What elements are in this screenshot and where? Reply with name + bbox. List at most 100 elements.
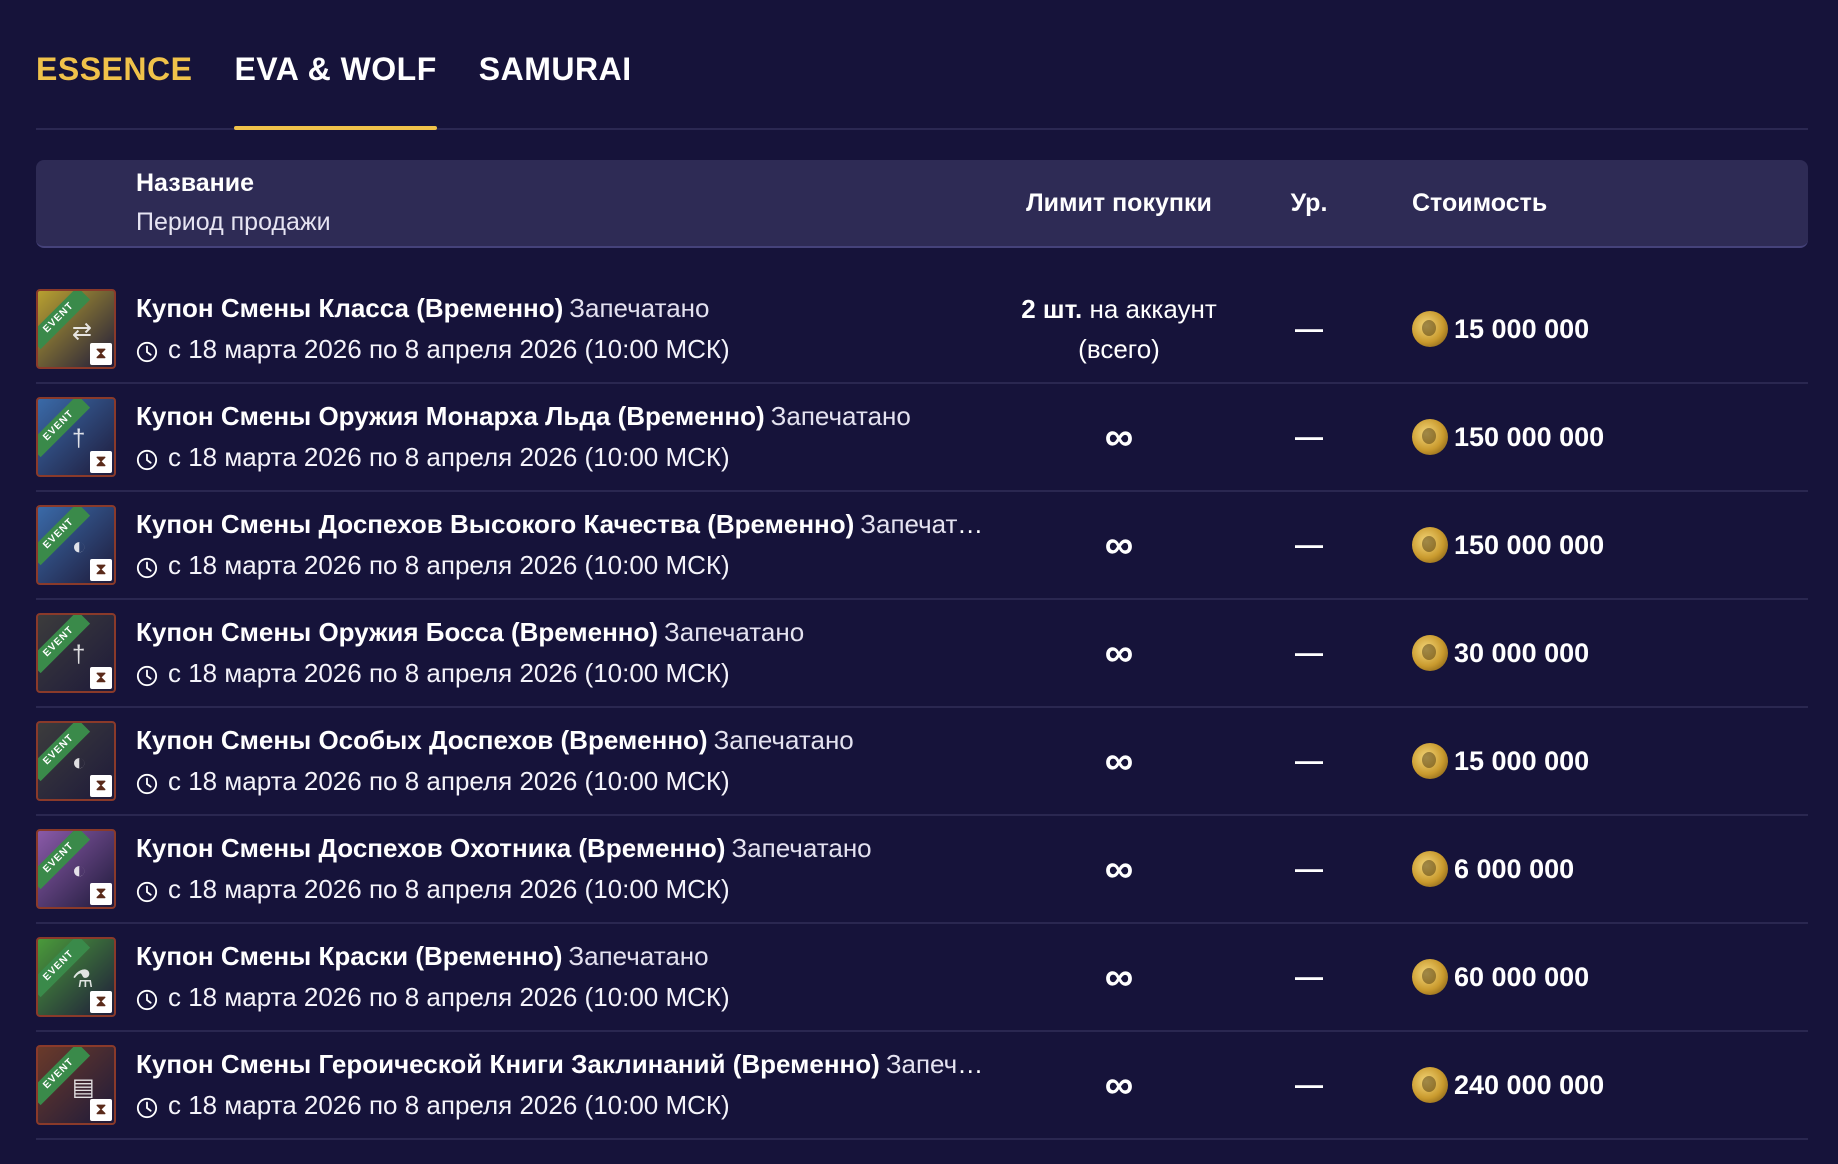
table-row[interactable]: EVENT ⇄ ⧗ Купон Смены Класса (Временно) З… [36, 276, 1808, 384]
item-level: — [1295, 853, 1323, 884]
sale-period: с 18 марта 2026 по 8 апреля 2026 (10:00 … [136, 442, 1002, 473]
table-row[interactable]: EVENT † ⧗ Купон Смены Оружия Монарха Льд… [36, 384, 1808, 492]
item-glyph-icon: ⇄ [72, 318, 93, 345]
header-name-cell: Название Период продажи [136, 169, 1002, 237]
sale-period: с 18 марта 2026 по 8 апреля 2026 (10:00 … [136, 550, 1002, 581]
sale-period: с 18 марта 2026 по 8 апреля 2026 (10:00 … [136, 874, 1002, 905]
item-level: — [1295, 313, 1323, 344]
item-status: Запечатано [664, 617, 805, 647]
purchase-limit: ∞ [1002, 741, 1236, 781]
purchase-limit: 2 шт. на аккаунт (всего) [1002, 289, 1236, 369]
cost-value: 30 000 000 [1454, 637, 1590, 668]
item-level: — [1295, 1069, 1323, 1100]
item-glyph-icon: † [72, 425, 86, 452]
item-glyph-icon: ◐ [72, 749, 87, 776]
item-cost-cell: 6 000 000 [1382, 851, 1808, 887]
limit-unlimited: ∞ [1104, 739, 1134, 783]
table-header: Название Период продажи Лимит покупки Ур… [36, 160, 1808, 248]
event-coupon-weapon-icon: EVENT † ⧗ [36, 613, 116, 693]
cost-value: 150 000 000 [1454, 421, 1605, 452]
gold-coin-icon [1412, 311, 1448, 347]
item-level: — [1295, 421, 1323, 452]
item-cost: 150 000 000 [1412, 527, 1808, 563]
purchase-limit: ∞ [1002, 525, 1236, 565]
tab-bar: ESSENCE EVA & WOLF SAMURAI [36, 0, 1808, 130]
cost-value: 150 000 000 [1454, 529, 1605, 560]
header-cost: Стоимость [1412, 188, 1548, 217]
item-cost: 15 000 000 [1412, 311, 1808, 347]
table-row[interactable]: EVENT ◐ ⧗ Купон Смены Доспехов Высокого … [36, 492, 1808, 600]
item-status: Запечатано [860, 509, 996, 539]
event-coupon-class-icon: EVENT ⇄ ⧗ [36, 289, 116, 369]
tab-essence[interactable]: ESSENCE [36, 51, 192, 128]
header-level: Ур. [1290, 188, 1328, 217]
limit-unlimited: ∞ [1104, 1063, 1134, 1107]
item-glyph-icon: ▤ [72, 1074, 95, 1101]
cost-value: 240 000 000 [1454, 1069, 1605, 1100]
item-title: Купон Смены Класса (Временно) Запечатано [136, 293, 996, 324]
item-cost-cell: 15 000 000 [1382, 743, 1808, 779]
table-row[interactable]: EVENT ◐ ⧗ Купон Смены Особых Доспехов (В… [36, 708, 1808, 816]
event-coupon-armor-icon: EVENT ◐ ⧗ [36, 721, 116, 801]
limit-unlimited: ∞ [1104, 955, 1134, 999]
item-level: — [1295, 529, 1323, 560]
header-name: Название [136, 169, 255, 197]
item-status: Запечатано [770, 401, 911, 431]
clock-icon [136, 987, 158, 1010]
table-row[interactable]: EVENT ⚗ ⧗ Купон Смены Краски (Временно) З… [36, 924, 1808, 1032]
item-cost: 240 000 000 [1412, 1067, 1808, 1103]
hourglass-icon: ⧗ [90, 883, 112, 905]
hourglass-icon: ⧗ [90, 667, 112, 689]
tab-eva-wolf[interactable]: EVA & WOLF [234, 51, 438, 130]
purchase-limit: ∞ [1002, 633, 1236, 673]
limit-count: 2 шт. [1021, 294, 1083, 324]
sale-period: с 18 марта 2026 по 8 апреля 2026 (10:00 … [136, 1090, 1002, 1121]
item-title: Купон Смены Оружия Монарха Льда (Временн… [136, 401, 996, 432]
sale-period: с 18 марта 2026 по 8 апреля 2026 (10:00 … [136, 766, 1002, 797]
item-title: Купон Смены Краски (Временно) Запечатано [136, 941, 996, 972]
item-name: Купон Смены Оружия Монарха Льда (Временн… [136, 401, 765, 431]
clock-icon [136, 555, 158, 578]
item-cost-cell: 240 000 000 [1382, 1067, 1808, 1103]
sale-period-text: с 18 марта 2026 по 8 апреля 2026 (10:00 … [168, 334, 730, 364]
limit-unlimited: ∞ [1104, 847, 1134, 891]
item-name: Купон Смены Героической Книги Заклинаний… [136, 1049, 880, 1079]
event-coupon-weapon-icon: EVENT † ⧗ [36, 397, 116, 477]
table-row[interactable]: EVENT ◐ ⧗ Купон Смены Доспехов Охотника … [36, 816, 1808, 924]
item-status: Запечатано [569, 293, 710, 323]
gold-coin-icon [1412, 959, 1448, 995]
item-glyph-icon: † [72, 641, 86, 668]
items-table: Название Период продажи Лимит покупки Ур… [36, 160, 1808, 1140]
item-glyph-icon: ◐ [72, 533, 87, 560]
hourglass-icon: ⧗ [90, 775, 112, 797]
sale-period: с 18 марта 2026 по 8 апреля 2026 (10:00 … [136, 334, 1002, 365]
item-cost: 6 000 000 [1412, 851, 1808, 887]
table-row[interactable]: EVENT ▤ ⧗ Купон Смены Героической Книги … [36, 1032, 1808, 1140]
item-status: Запечата... [885, 1049, 996, 1079]
item-icon-cell: EVENT ◐ ⧗ [36, 721, 136, 801]
item-title: Купон Смены Героической Книги Заклинаний… [136, 1049, 996, 1080]
item-name-cell: Купон Смены Оружия Босса (Временно) Запеч… [136, 617, 1002, 689]
tab-samurai[interactable]: SAMURAI [479, 51, 632, 128]
hourglass-icon: ⧗ [90, 343, 112, 365]
hourglass-icon: ⧗ [90, 451, 112, 473]
item-status: Запечатано [713, 725, 854, 755]
item-level: — [1295, 961, 1323, 992]
item-name-cell: Купон Смены Краски (Временно) Запечатано … [136, 941, 1002, 1013]
item-name-cell: Купон Смены Оружия Монарха Льда (Временн… [136, 401, 1002, 473]
item-cost-cell: 150 000 000 [1382, 527, 1808, 563]
table-row[interactable]: EVENT † ⧗ Купон Смены Оружия Босса (Врем… [36, 600, 1808, 708]
sale-period-text: с 18 марта 2026 по 8 апреля 2026 (10:00 … [168, 550, 730, 580]
header-limit: Лимит покупки [1026, 188, 1212, 217]
cost-value: 60 000 000 [1454, 961, 1590, 992]
item-cost: 150 000 000 [1412, 419, 1808, 455]
item-cost-cell: 150 000 000 [1382, 419, 1808, 455]
item-status: Запечатано [568, 941, 709, 971]
item-icon-cell: EVENT ◐ ⧗ [36, 829, 136, 909]
gold-coin-icon [1412, 419, 1448, 455]
item-name-cell: Купон Смены Доспехов Высокого Качества (… [136, 509, 1002, 581]
item-name: Купон Смены Класса (Временно) [136, 293, 564, 323]
limit-text: 2 шт. на аккаунт (всего) [1002, 289, 1236, 369]
clock-icon [136, 771, 158, 794]
item-glyph-icon: ◐ [72, 857, 87, 884]
